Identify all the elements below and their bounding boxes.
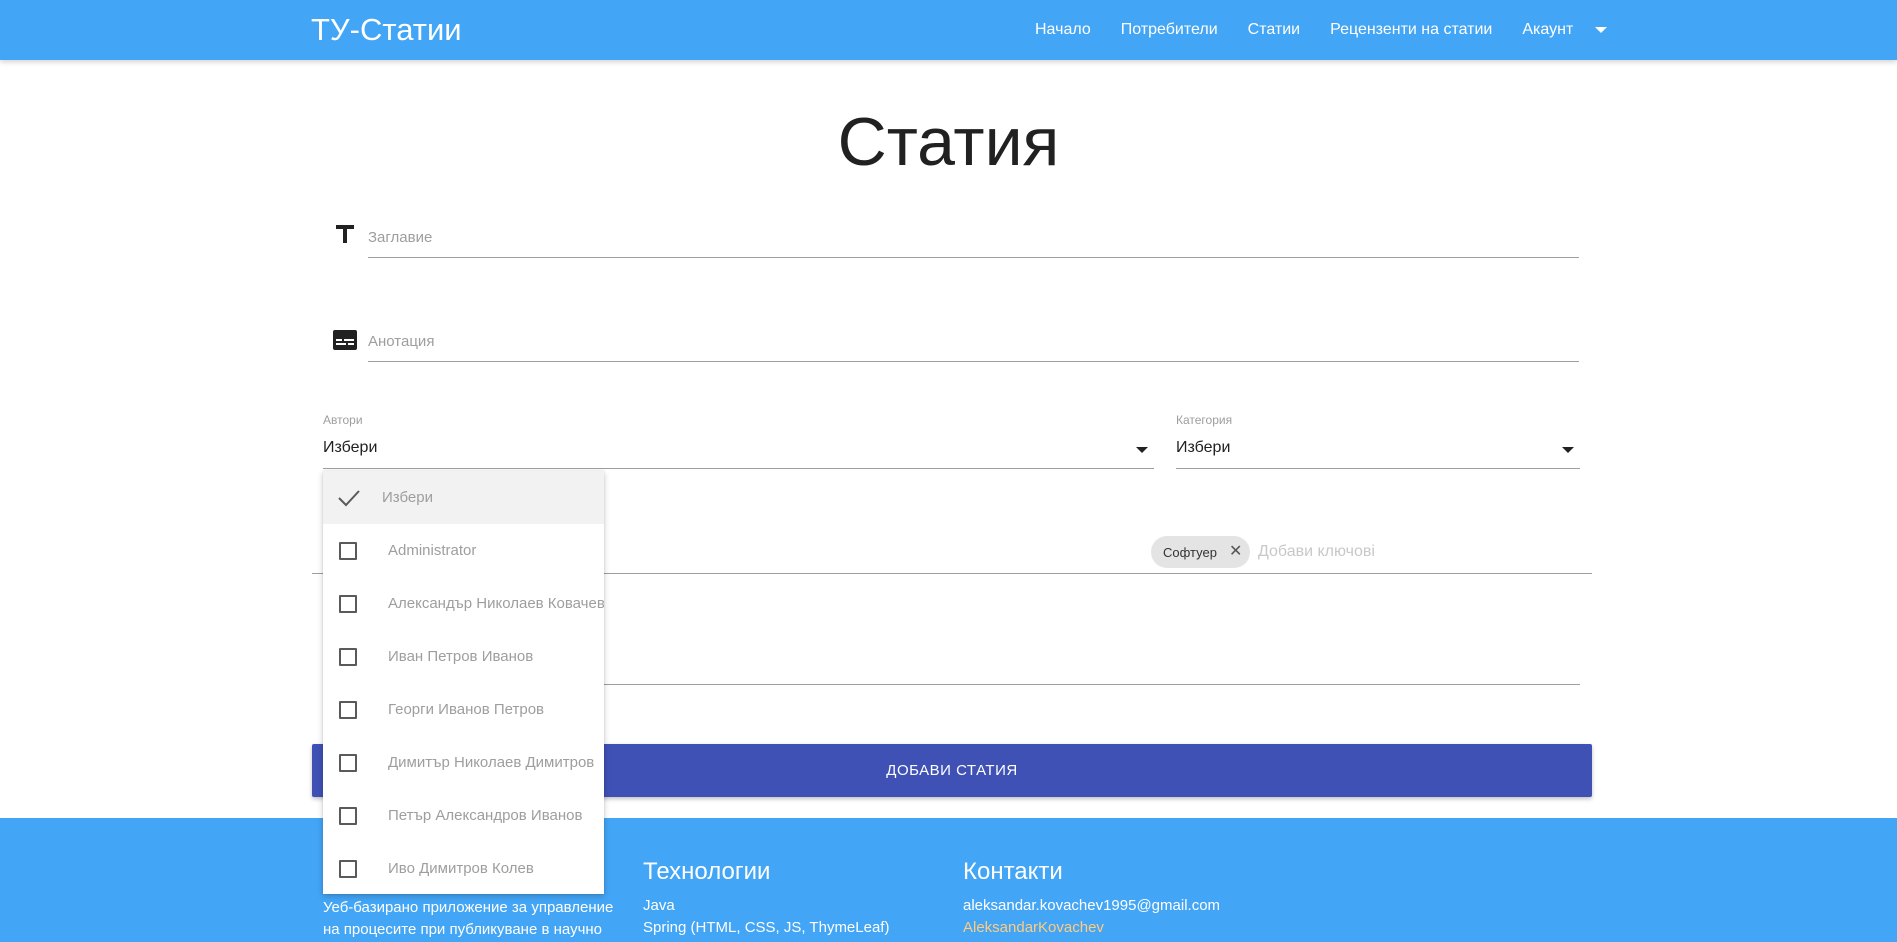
title-field[interactable] — [368, 218, 1579, 258]
dropdown-item[interactable]: Петър Александров Иванов — [323, 789, 604, 842]
footer-tech-item: Spring (HTML, CSS, JS, ThymeLeaf) — [643, 919, 890, 936]
checkbox-icon — [339, 806, 357, 825]
arrow-drop-down-icon — [1136, 447, 1148, 453]
checkbox-icon — [339, 594, 357, 613]
page-title: Статия — [837, 104, 1060, 180]
footer: Уеб-базирано приложение за управление на… — [0, 818, 1897, 942]
nav-link-users[interactable]: Потребители — [1106, 21, 1233, 39]
authors-select[interactable]: Избери — [323, 433, 1154, 469]
dropdown-item-label: Димитър Николаев Димитров — [388, 754, 595, 771]
footer-tech: Технологии Java Spring (HTML, CSS, JS, T… — [643, 818, 923, 939]
checkbox-icon — [339, 753, 357, 772]
nav-account-dropdown[interactable]: Акаунт — [1507, 21, 1622, 39]
footer-tech-heading: Технологии — [643, 858, 771, 885]
dropdown-item-label: Георги Иванов Петров — [388, 701, 544, 718]
checkbox-icon — [339, 700, 357, 719]
subtitles-icon — [332, 327, 358, 353]
dropdown-item-label: Иво Димитров Колев — [388, 860, 534, 877]
category-select-value: Избери — [1176, 439, 1231, 456]
nav-link-article-reviewers[interactable]: Рецензенти на статии — [1315, 21, 1507, 39]
footer-github-link[interactable]: AleksandarKovachev — [963, 917, 1363, 939]
footer-email[interactable]: aleksandar.kovachev1995@gmail.com — [963, 895, 1363, 917]
nav-links: Начало Потребители Статии Рецензенти на … — [1020, 0, 1622, 60]
checkmark-icon — [338, 489, 360, 506]
dropdown-item-label: Administrator — [388, 542, 477, 559]
dropdown-item[interactable]: Димитър Николаев Димитров — [323, 736, 604, 789]
nav-account-label: Акаунт — [1522, 21, 1574, 38]
close-icon[interactable]: ✕ — [1229, 544, 1242, 560]
checkbox-icon — [339, 647, 357, 666]
category-label: Категория — [1176, 413, 1233, 427]
authors-label: Автори — [323, 413, 363, 427]
footer-tech-item: Java — [643, 897, 675, 914]
category-select[interactable]: Избери — [1176, 433, 1580, 469]
dropdown-item-label: Иван Петров Иванов — [388, 648, 534, 665]
brand-logo[interactable]: ТУ-Статии — [311, 10, 462, 50]
nav-link-home[interactable]: Начало — [1020, 21, 1106, 39]
arrow-drop-down-icon — [1562, 447, 1574, 453]
footer-contacts: Контакти aleksandar.kovachev1995@gmail.c… — [963, 818, 1363, 939]
dropdown-item-label: Петър Александров Иванов — [388, 807, 583, 824]
annotation-input[interactable] — [368, 322, 1579, 360]
title-input[interactable] — [368, 218, 1579, 256]
keyword-chip: Софтуер ✕ — [1151, 536, 1251, 568]
dropdown-item[interactable]: Избери — [323, 471, 604, 524]
file-path-field[interactable] — [600, 684, 1580, 685]
dropdown-item[interactable]: Administrator — [323, 524, 604, 577]
annotation-field[interactable] — [368, 322, 1579, 362]
footer-description: Уеб-базирано приложение за управление на… — [323, 899, 614, 938]
checkbox-icon — [339, 859, 357, 878]
authors-dropdown-menu: Избери Administrator Александър Николаев… — [323, 471, 604, 894]
dropdown-item[interactable]: Иван Петров Иванов — [323, 630, 604, 683]
keywords-input[interactable] — [1256, 538, 1576, 566]
dropdown-item-label: Александър Николаев Ковачев — [388, 595, 604, 612]
dropdown-item[interactable]: Иво Димитров Колев — [323, 842, 604, 894]
keyword-chip-label: Софтуер — [1163, 544, 1217, 560]
dropdown-item[interactable]: Александър Николаев Ковачев — [323, 577, 604, 630]
top-navbar: ТУ-Статии Начало Потребители Статии Реце… — [0, 0, 1897, 60]
authors-select-value: Избери — [323, 439, 378, 456]
arrow-drop-down-icon — [1595, 26, 1608, 33]
dropdown-item-label: Избери — [382, 489, 433, 506]
footer-contacts-heading: Контакти — [963, 858, 1063, 885]
dropdown-item[interactable]: Георги Иванов Петров — [323, 683, 604, 736]
text-t-icon — [332, 221, 358, 247]
checkbox-icon — [339, 541, 357, 560]
nav-link-articles[interactable]: Статии — [1233, 21, 1315, 39]
